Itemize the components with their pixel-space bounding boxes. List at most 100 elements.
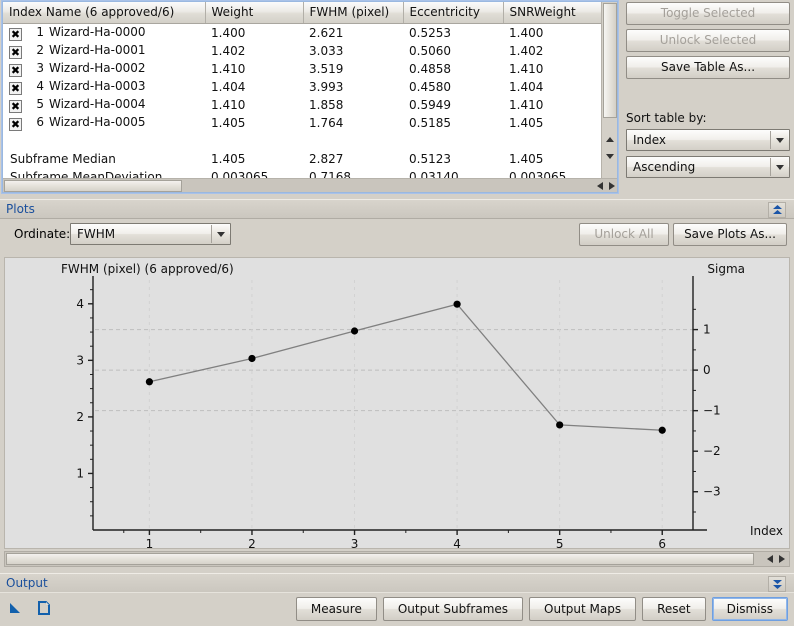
svg-text:1: 1 [76, 466, 84, 480]
plots-section-title: Plots [6, 202, 35, 216]
dismiss-button[interactable]: Dismiss [711, 597, 788, 621]
expand-section-icon[interactable] [768, 576, 786, 592]
cell-snrweight: 1.410 [503, 59, 602, 78]
subframes-table-panel[interactable]: Index Name (6 approved/6) Weight FWHM (p… [1, 0, 619, 194]
output-section-title: Output [6, 576, 48, 590]
column-header-snrweight[interactable]: SNRWeight [503, 2, 602, 24]
output-maps-button[interactable]: Output Maps [529, 597, 637, 621]
column-header-eccentricity[interactable]: Eccentricity [403, 2, 504, 24]
row-index: 1 [36, 24, 44, 39]
row-name: Wizard-Ha-0000 [49, 24, 146, 39]
table-summary-row: Subframe MeanDeviation 0.003065 0.7168 0… [3, 167, 602, 178]
table-row[interactable]: ✖ 4 Wizard-Ha-0003 1.404 3.993 0.4580 1.40… [3, 77, 602, 96]
row-name: Wizard-Ha-0001 [49, 42, 146, 57]
table-row[interactable]: ✖ 5 Wizard-Ha-0004 1.410 1.858 0.5949 1.41… [3, 95, 602, 114]
row-checkbox[interactable]: ✖ [9, 27, 22, 41]
table-row[interactable]: ✖ 3 Wizard-Ha-0002 1.410 3.519 0.4858 1.41… [3, 59, 602, 78]
plots-section-bar[interactable]: Plots [0, 199, 794, 219]
svg-text:3: 3 [76, 353, 84, 367]
table-header-row: Index Name (6 approved/6) Weight FWHM (p… [3, 2, 602, 24]
save-table-as-button[interactable]: Save Table As... [626, 56, 790, 79]
summary-weight: 1.405 [205, 149, 303, 168]
svg-text:−3: −3 [703, 485, 721, 499]
new-instance-icon[interactable] [8, 600, 24, 616]
ordinate-select[interactable]: FWHM [70, 223, 231, 245]
table-vscroll-thumb[interactable] [603, 3, 617, 118]
chevron-down-icon[interactable] [770, 131, 788, 149]
column-header-fwhm[interactable]: FWHM (pixel) [303, 2, 404, 24]
svg-text:1: 1 [703, 323, 711, 337]
table-horizontal-scrollbar[interactable] [3, 178, 617, 192]
cell-fwhm: 1.858 [303, 95, 403, 114]
toggle-selected-button[interactable]: Toggle Selected [626, 2, 790, 25]
svg-text:2: 2 [76, 410, 84, 424]
row-name: Wizard-Ha-0004 [49, 96, 146, 111]
scroll-left-icon[interactable] [597, 182, 603, 190]
summary-fwhm: 2.827 [303, 149, 403, 168]
footer-icon-group [8, 600, 52, 616]
reset-button[interactable]: Reset [642, 597, 706, 621]
sort-field-value: Index [633, 133, 667, 147]
unlock-selected-button[interactable]: Unlock Selected [626, 29, 790, 52]
plots-toolbar: Ordinate: FWHM Unlock All Save Plots As.… [0, 221, 794, 249]
svg-text:−1: −1 [703, 404, 721, 418]
summary-fwhm: 0.7168 [303, 167, 403, 178]
row-checkbox[interactable]: ✖ [9, 81, 22, 95]
svg-text:2: 2 [248, 537, 256, 550]
scroll-right-icon[interactable] [609, 182, 615, 190]
ordinate-label: Ordinate: [14, 227, 71, 241]
fwhm-plot-panel[interactable]: FWHM (pixel) (6 approved/6) Sigma Index … [4, 257, 790, 550]
row-name: Wizard-Ha-0005 [49, 114, 146, 129]
chevron-down-icon[interactable] [211, 225, 229, 243]
output-subframes-button[interactable]: Output Subframes [382, 597, 524, 621]
summary-weight: 0.003065 [205, 167, 303, 178]
cell-eccentricity: 0.5060 [403, 41, 503, 60]
table-body: ✖ 1 Wizard-Ha-0000 1.400 2.621 0.5253 1.40… [3, 23, 602, 178]
row-name: Wizard-Ha-0003 [49, 78, 146, 93]
svg-text:6: 6 [658, 537, 666, 550]
svg-text:5: 5 [556, 537, 564, 550]
cell-fwhm: 1.764 [303, 113, 403, 132]
scroll-down-icon[interactable] [603, 149, 617, 163]
collapse-section-icon[interactable] [768, 202, 786, 218]
output-section-bar[interactable]: Output [0, 573, 794, 593]
sort-order-select[interactable]: Ascending [626, 156, 790, 178]
table-vertical-scrollbar[interactable] [601, 2, 617, 178]
sort-field-select[interactable]: Index [626, 129, 790, 151]
table-row[interactable]: ✖ 1 Wizard-Ha-0000 1.400 2.621 0.5253 1.40… [3, 23, 602, 42]
row-checkbox[interactable]: ✖ [9, 63, 22, 77]
subframes-table: Index Name (6 approved/6) Weight FWHM (p… [3, 2, 602, 178]
plots-hscroll-thumb[interactable] [6, 553, 754, 565]
table-row[interactable]: ✖ 2 Wizard-Ha-0001 1.402 3.033 0.5060 1.40… [3, 41, 602, 60]
double-chevron-up-icon [772, 205, 782, 214]
row-checkbox[interactable]: ✖ [9, 117, 22, 131]
row-checkbox[interactable]: ✖ [9, 99, 22, 113]
unlock-all-button[interactable]: Unlock All [579, 223, 669, 246]
chevron-down-icon[interactable] [770, 158, 788, 176]
cell-snrweight: 1.410 [503, 95, 602, 114]
table-hscroll-thumb[interactable] [4, 180, 182, 192]
dialog-footer: Measure Output Subframes Output Maps Res… [0, 592, 794, 626]
cell-eccentricity: 0.5253 [403, 23, 503, 42]
sort-table-by-label: Sort table by: [626, 111, 707, 125]
cell-snrweight: 1.402 [503, 41, 602, 60]
column-header-index-name[interactable]: Index Name (6 approved/6) [3, 2, 206, 24]
browse-documentation-icon[interactable] [36, 600, 52, 616]
measure-button[interactable]: Measure [295, 597, 377, 621]
scroll-left-icon[interactable] [767, 555, 773, 563]
scroll-right-icon[interactable] [779, 555, 785, 563]
table-row[interactable]: ✖ 6 Wizard-Ha-0005 1.405 1.764 0.5185 1.40… [3, 113, 602, 132]
footer-button-group: Measure Output Subframes Output Maps Res… [295, 597, 788, 621]
row-checkbox[interactable]: ✖ [9, 45, 22, 59]
row-name: Wizard-Ha-0002 [49, 60, 146, 75]
save-plots-as-button[interactable]: Save Plots As... [673, 223, 787, 246]
table-spacer-row [3, 131, 602, 150]
svg-text:−2: −2 [703, 444, 721, 458]
summary-label: Subframe Median [3, 149, 205, 168]
plots-horizontal-scrollbar[interactable] [4, 551, 790, 567]
table-controls-column: Toggle Selected Unlock Selected Save Tab… [626, 2, 790, 183]
scroll-up-icon[interactable] [603, 132, 617, 146]
cell-weight: 1.405 [205, 113, 303, 132]
column-header-weight[interactable]: Weight [205, 2, 304, 24]
ordinate-value: FWHM [77, 227, 116, 241]
